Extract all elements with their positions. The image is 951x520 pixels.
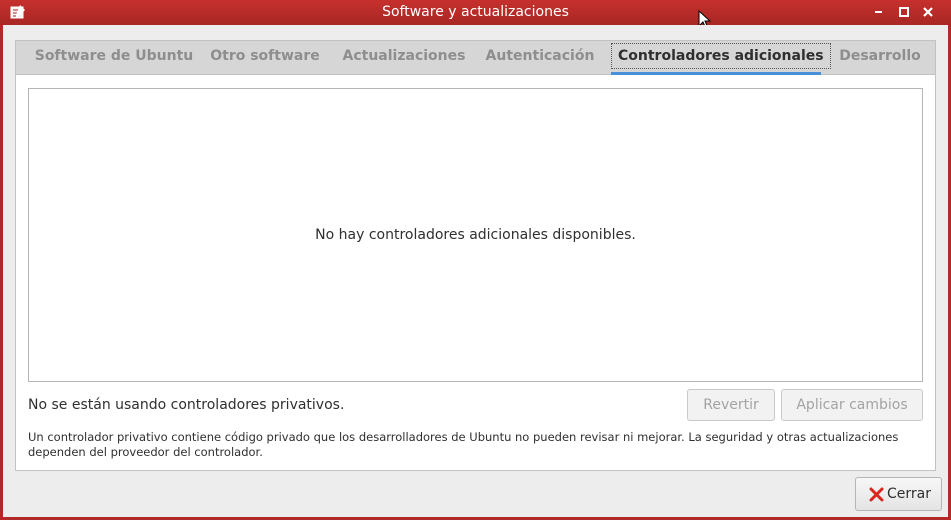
tab-bar: Software de Ubuntu Otro software Actuali… xyxy=(16,41,935,75)
tab-software-de-ubuntu[interactable]: Software de Ubuntu xyxy=(24,41,204,74)
notebook: Software de Ubuntu Otro software Actuali… xyxy=(15,40,936,471)
close-icon[interactable] xyxy=(920,4,936,20)
proprietary-driver-note: Un controlador privativo contiene código… xyxy=(28,430,899,459)
close-x-icon xyxy=(869,487,884,502)
app-window: Software y actualizaciones Software de U… xyxy=(0,0,951,520)
revert-button[interactable]: Revertir xyxy=(687,389,775,421)
close-button[interactable]: Cerrar xyxy=(855,477,942,511)
tab-controladores-adicionales[interactable]: Controladores adicionales xyxy=(611,41,831,74)
tab-actualizaciones[interactable]: Actualizaciones xyxy=(338,41,470,74)
titlebar[interactable]: Software y actualizaciones xyxy=(0,0,951,30)
driver-status-text: No se están usando controladores privati… xyxy=(28,397,345,413)
window-title: Software y actualizaciones xyxy=(382,4,569,20)
tab-autenticacion[interactable]: Autenticación xyxy=(481,41,599,74)
maximize-icon[interactable] xyxy=(896,4,912,20)
drivers-list[interactable]: No hay controladores adicionales disponi… xyxy=(28,88,923,382)
active-tab-indicator xyxy=(611,72,821,75)
apply-changes-button[interactable]: Aplicar cambios xyxy=(781,389,923,421)
tab-desarrollo[interactable]: Desarrollo xyxy=(832,41,928,74)
tab-otro-software[interactable]: Otro software xyxy=(206,41,324,74)
close-button-label: Cerrar xyxy=(887,486,931,502)
window-content: Software de Ubuntu Otro software Actuali… xyxy=(3,25,948,517)
minimize-icon[interactable] xyxy=(871,4,887,20)
no-drivers-message: No hay controladores adicionales disponi… xyxy=(315,227,636,243)
